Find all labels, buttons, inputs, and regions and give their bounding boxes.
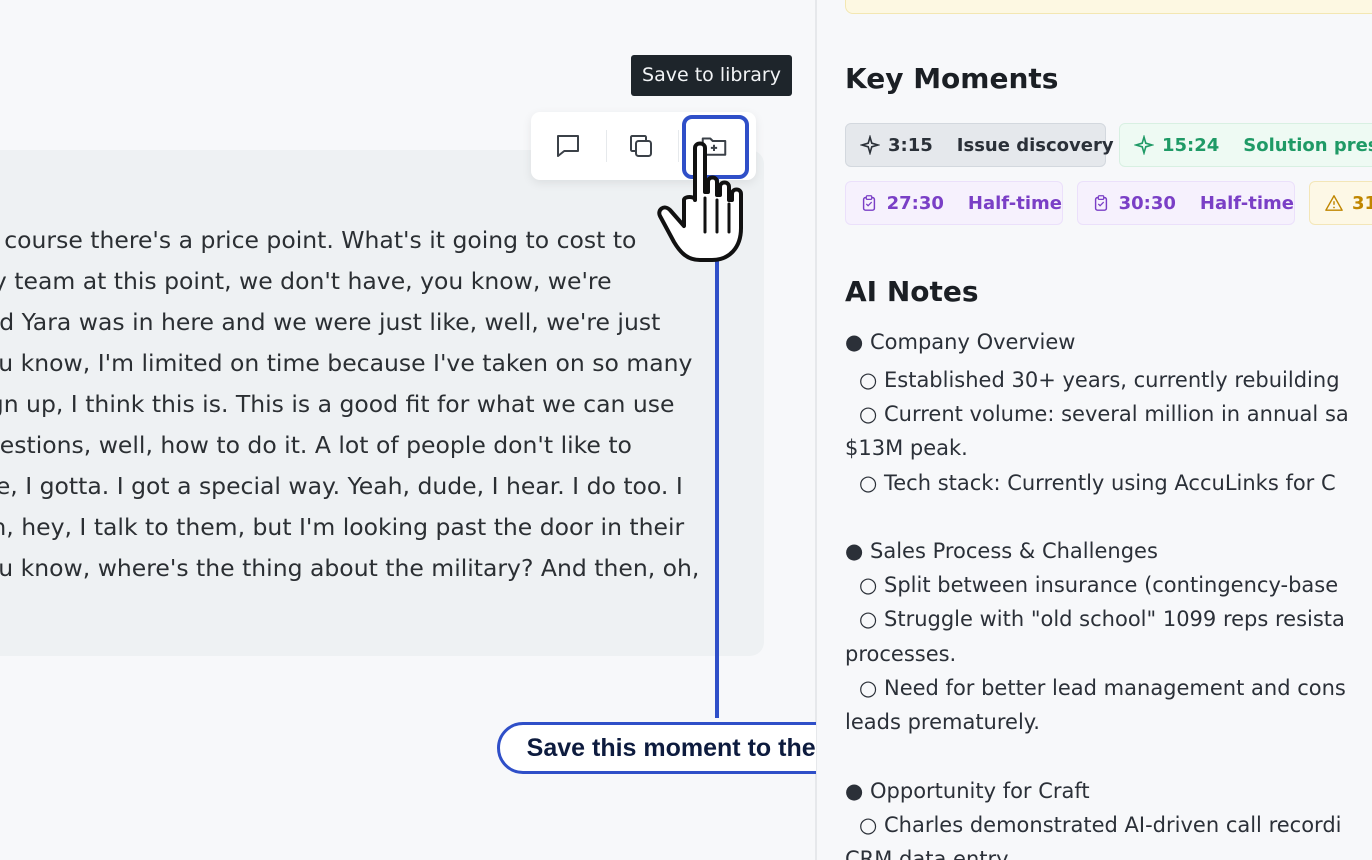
sparkle-icon <box>1134 135 1154 155</box>
note-heading: ● Sales Process & Challenges <box>845 539 1158 563</box>
ai-notes-heading: AI Notes <box>845 275 979 308</box>
key-moment-chip[interactable]: 27:30 Half-time <box>845 181 1063 225</box>
chip-label: Half-time <box>967 192 1062 214</box>
note-heading: ● Opportunity for Craft <box>845 779 1090 803</box>
transcript-text[interactable]: Of course there's a price point. What's … <box>0 220 742 589</box>
clipboard-icon <box>860 193 879 213</box>
toolbar-divider <box>606 130 607 162</box>
chip-label: Issue discovery <box>956 134 1114 156</box>
transcript-line: I'm, hey, I talk to them, but I'm lookin… <box>0 513 685 541</box>
note-item: ○ Established 30+ years, currently rebui… <box>859 368 1340 392</box>
save-to-library-tooltip: Save to library <box>631 55 792 96</box>
transcript-line: sign up, I think this is. This is a good… <box>0 390 675 418</box>
clipboard-icon <box>1092 193 1111 213</box>
chip-time: 31 <box>1352 192 1372 214</box>
note-item: ○ Tech stack: Currently using AccuLinks … <box>859 471 1336 495</box>
key-moment-chip[interactable]: 15:24 Solution presen <box>1119 123 1372 167</box>
insights-pane: Key Moments 3:15 Issue discovery 15:24 S… <box>817 0 1372 860</box>
comment-button[interactable] <box>550 128 586 164</box>
chip-time: 30:30 <box>1118 192 1176 214</box>
note-heading: ● Company Overview <box>845 330 1076 354</box>
note-item: ○ Split between insurance (contingency-b… <box>859 573 1339 597</box>
note-item: processes. <box>845 642 957 666</box>
transcript-line: questions, well, how to do it. A lot of … <box>0 431 632 459</box>
transcript-line: Of course there's a price point. What's … <box>0 226 637 254</box>
hand-cursor-icon <box>657 141 743 262</box>
transcript-line: you know, I'm limited on time because I'… <box>0 349 693 377</box>
top-banner <box>845 0 1372 14</box>
key-moments-heading: Key Moments <box>845 62 1059 95</box>
note-item: ○ Current volume: several million in ann… <box>859 402 1349 426</box>
sparkle-icon <box>860 135 880 155</box>
transcript-line: and Yara was in here and we were just li… <box>0 308 661 336</box>
note-item: ○ Charles demonstrated AI-driven call re… <box>859 813 1342 837</box>
chip-time: 15:24 <box>1162 134 1220 156</box>
chip-time: 27:30 <box>886 192 944 214</box>
transcript-line: like, I gotta. I got a special way. Yeah… <box>0 472 683 500</box>
key-moment-chip[interactable]: 31 <box>1309 181 1372 225</box>
key-moment-chip[interactable]: 3:15 Issue discovery <box>845 123 1114 167</box>
chip-time: 3:15 <box>888 134 933 156</box>
chip-label: Half-time <box>1199 192 1294 214</box>
note-item: leads prematurely. <box>845 710 1040 734</box>
warning-icon <box>1324 193 1344 213</box>
note-item: ○ Need for better lead management and co… <box>859 676 1346 700</box>
callout-label: Save this moment to the Library <box>497 722 816 774</box>
transcript-line: you know, where's the thing about the mi… <box>0 554 700 582</box>
transcript-line: my team at this point, we don't have, yo… <box>0 267 612 295</box>
transcript-pane: Save to library Of course there's a pric… <box>0 0 816 860</box>
chip-label: Solution presen <box>1243 134 1372 156</box>
note-item: $13M peak. <box>845 436 968 460</box>
note-item: ○ Struggle with "old school" 1099 reps r… <box>859 607 1345 631</box>
key-moment-chip[interactable]: 30:30 Half-time <box>1077 181 1295 225</box>
comment-icon <box>557 135 579 157</box>
note-item: CRM data entry <box>845 847 1009 860</box>
